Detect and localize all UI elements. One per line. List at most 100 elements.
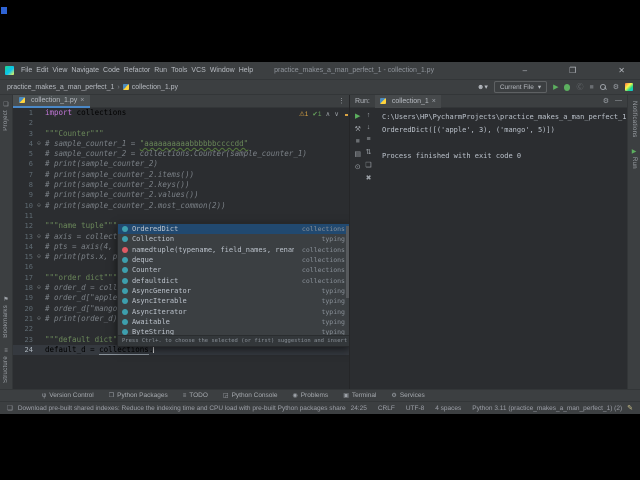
- build-icon[interactable]: ⚒: [355, 125, 361, 133]
- completion-item[interactable]: deque collections: [118, 255, 349, 265]
- menu-navigate[interactable]: Navigate: [69, 67, 101, 74]
- completion-item[interactable]: AsyncGenerator typing: [118, 286, 349, 296]
- search-icon[interactable]: [599, 83, 607, 91]
- status-widget[interactable]: UTF-8: [406, 405, 424, 412]
- toolwindow-version-control[interactable]: ψ Version Control: [42, 392, 94, 399]
- run-button[interactable]: ▶: [553, 83, 558, 91]
- completion-item[interactable]: OrderedDict collections: [117, 224, 349, 235]
- menu-refactor[interactable]: Refactor: [122, 67, 152, 74]
- status-widget[interactable]: 24:25: [351, 405, 367, 412]
- settings-icon[interactable]: ⚙: [613, 83, 619, 91]
- status-widget[interactable]: Python 3.11 (practice_makes_a_man_perfec…: [472, 405, 622, 412]
- tool-window-switcher-icon[interactable]: ❏: [7, 404, 13, 412]
- run-settings-icon[interactable]: ⚙: [603, 97, 609, 105]
- completion-item[interactable]: Counter collections: [118, 265, 349, 275]
- menu-code[interactable]: Code: [101, 67, 122, 74]
- tab-close-icon[interactable]: ×: [80, 97, 84, 104]
- prev-problem-icon[interactable]: ∧: [326, 110, 331, 118]
- completion-label: AsyncGenerator: [131, 286, 191, 295]
- plugin-icon[interactable]: [625, 83, 633, 91]
- menu-file[interactable]: File: [19, 67, 34, 74]
- code-editor[interactable]: 1 import collections 2 3 """Counter""" 4 ⊖ # sa…: [12, 108, 350, 389]
- soft-wrap-icon[interactable]: ≡: [366, 136, 370, 143]
- toolwindow-terminal[interactable]: ▣ Terminal: [343, 392, 376, 399]
- toolwindow-todo[interactable]: ≡ TODO: [183, 392, 208, 399]
- clear-icon[interactable]: ✖: [366, 174, 372, 182]
- completion-item[interactable]: AsyncIterator typing: [118, 306, 349, 316]
- menu-help[interactable]: Help: [237, 67, 255, 74]
- inspections-widget[interactable]: ⚠1 ✔1 ∧ ∨: [299, 110, 339, 118]
- next-problem-icon[interactable]: ∨: [334, 110, 339, 118]
- status-widget[interactable]: 4 spaces: [435, 405, 461, 412]
- toolwindow-python-console[interactable]: ◲ Python Console: [223, 392, 278, 399]
- code-line-2[interactable]: 2: [13, 118, 349, 128]
- menu-edit[interactable]: Edit: [34, 67, 50, 74]
- stop-icon[interactable]: ■: [356, 138, 360, 145]
- stripe-item-project[interactable]: ❏ Project: [3, 101, 9, 131]
- completion-origin: typing: [321, 297, 345, 306]
- debug-button[interactable]: [564, 83, 571, 91]
- code-line-9[interactable]: 9 # print(sample_counter_2.values()): [13, 190, 349, 200]
- rerun-icon[interactable]: ▶: [355, 112, 360, 120]
- code-line-11[interactable]: 11: [13, 211, 349, 221]
- menu-vcs[interactable]: VCS: [189, 67, 207, 74]
- scroll-end-icon[interactable]: ⇅: [366, 148, 372, 156]
- hide-tool-window-icon[interactable]: —: [615, 97, 622, 105]
- code-line-3[interactable]: 3 """Counter""": [13, 129, 349, 139]
- completion-item[interactable]: defaultdict collections: [118, 275, 349, 285]
- menu-window[interactable]: Window: [208, 67, 237, 74]
- close-button[interactable]: ✕: [618, 66, 625, 75]
- fold-marker-icon[interactable]: ⊖: [35, 232, 43, 242]
- completion-item[interactable]: Awaitable typing: [118, 317, 349, 327]
- fold-marker-icon[interactable]: ⊖: [35, 201, 43, 211]
- completion-item[interactable]: AsyncIterable typing: [118, 296, 349, 306]
- menu-view[interactable]: View: [50, 67, 69, 74]
- stop-button[interactable]: ■: [589, 84, 593, 91]
- fold-marker-icon[interactable]: ⊖: [35, 314, 43, 324]
- status-widget[interactable]: CRLF: [378, 405, 395, 412]
- run-tab[interactable]: collection_1 ×: [374, 94, 441, 108]
- breadcrumb-project[interactable]: practice_makes_a_man_perfect_1: [7, 84, 114, 91]
- stripe-item-run[interactable]: ▶ Run: [631, 148, 637, 169]
- status-message[interactable]: Download pre-built shared indexes: Reduc…: [18, 405, 346, 412]
- breadcrumb-file[interactable]: collection_1.py: [122, 83, 178, 91]
- down-stack-icon[interactable]: ↓: [367, 124, 371, 131]
- up-stack-icon[interactable]: ↑: [367, 112, 371, 119]
- menu-run[interactable]: Run: [152, 67, 169, 74]
- restore-layout-icon[interactable]: ▤: [354, 150, 361, 158]
- toolwindow-services[interactable]: ⚙ Services: [391, 392, 424, 399]
- maximize-button[interactable]: ❐: [569, 66, 576, 75]
- completion-item[interactable]: ByteString typing: [118, 327, 349, 335]
- pin-icon[interactable]: ⊙: [355, 163, 361, 171]
- run-console-output[interactable]: C:\Users\HP\PycharmProjects\practice_mak…: [376, 108, 627, 389]
- completion-item[interactable]: namedtuple(typename, field_names, rename…: [118, 245, 349, 255]
- code-line-4[interactable]: 4 ⊖ # sample_counter_1 = "aaaaaaaaaabbbbbb…: [13, 139, 349, 149]
- code-line-5[interactable]: 5 # sample_counter_2 = collections.Counte…: [13, 149, 349, 159]
- popup-scrollbar[interactable]: [345, 226, 349, 298]
- fold-marker-icon[interactable]: ⊖: [35, 139, 43, 149]
- coverage-button[interactable]: Ⓒ: [576, 82, 583, 92]
- warning-stripe-mark[interactable]: [345, 114, 349, 116]
- fold-marker-icon[interactable]: ⊖: [35, 252, 43, 262]
- stripe-item-bookmarks[interactable]: ⚑ Bookmarks: [3, 296, 9, 338]
- menu-tools[interactable]: Tools: [169, 67, 189, 74]
- tab-options-icon[interactable]: ⋮: [338, 97, 345, 105]
- minimize-button[interactable]: –: [523, 66, 527, 75]
- lock-icon[interactable]: ✎: [627, 404, 633, 412]
- editor-tab[interactable]: collection_1.py ×: [12, 94, 91, 108]
- stripe-item-notifications[interactable]: Notifications: [631, 101, 637, 138]
- run-tab-close-icon[interactable]: ×: [432, 98, 436, 105]
- toolwindow-python-packages[interactable]: ❒ Python Packages: [109, 392, 168, 399]
- code-line-7[interactable]: 7 # print(sample_counter_2.items()): [13, 170, 349, 180]
- run-config-select[interactable]: Current File ▾: [493, 81, 548, 93]
- code-line-6[interactable]: 6 # print(sample_counter_2): [13, 159, 349, 169]
- code-line-10[interactable]: 10 ⊖ # print(sample_counter_2.most_common(…: [13, 201, 349, 211]
- fold-marker-icon[interactable]: ⊖: [35, 283, 43, 293]
- profile-icon[interactable]: ☻▾: [477, 83, 488, 91]
- completion-item[interactable]: Collection typing: [118, 234, 349, 244]
- code-line-8[interactable]: 8 # print(sample_counter_2.keys()): [13, 180, 349, 190]
- toolwindow-problems[interactable]: ◉ Problems: [292, 392, 328, 399]
- print-icon[interactable]: ❑: [365, 161, 371, 169]
- stripe-item-structure[interactable]: ≡ Structure: [3, 348, 9, 383]
